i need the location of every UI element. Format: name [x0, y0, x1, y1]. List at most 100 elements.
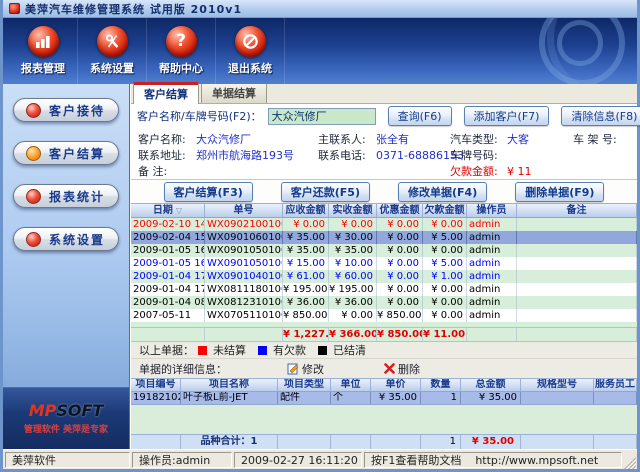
col-item-type[interactable]: 项目类型	[278, 379, 331, 391]
frame-no-label: 车 架 号:	[573, 131, 631, 147]
clear-info-button[interactable]: 清除信息(F8)	[561, 106, 640, 126]
sidebar-item-system[interactable]: 系统设置	[13, 227, 119, 251]
main-panel: 客户结算 单据结算 客户名称/车牌号码(F2)： 查询(F6) 添加客户(F7)…	[130, 84, 637, 449]
status-operator: 操作员:admin	[132, 452, 232, 468]
tab-strip: 客户结算 单据结算	[131, 84, 637, 104]
col-spec-model[interactable]: 规格型号	[521, 379, 594, 391]
col-service-staff[interactable]: 服务员工	[594, 379, 637, 391]
orders-table-header: 日期▽ 单号 应收金额 实收金额 优惠金额 欠款金额 操作员 备注	[131, 203, 637, 218]
action-button-row: 客户结算(F3) 客户还款(F5) 修改单据(F4) 删除单据(F9)	[131, 180, 637, 203]
order-row-selected[interactable]: 2009-02-04 15:2WX090106010004 ¥ 35.00¥ 3…	[131, 231, 637, 244]
repay-button[interactable]: 客户还款(F5)	[281, 182, 370, 202]
customer-search-input[interactable]	[268, 108, 376, 125]
edit-icon	[287, 363, 299, 375]
sidebar: 客户接待 客户结算 报表统计 系统设置 MPSOFT 管理软件 美萍是专家	[3, 84, 130, 449]
vehicle-type-value: 大客	[507, 131, 573, 147]
legend-debt-label: 有欠款	[273, 342, 306, 358]
sidebar-item-settlement[interactable]: 客户结算	[13, 141, 119, 165]
toolbar-button-settings[interactable]: 系统设置	[78, 18, 147, 84]
decor-ring	[557, 20, 603, 66]
legend-settled-swatch	[318, 346, 327, 355]
legend-unsettled-label: 未结算	[213, 342, 246, 358]
total-discount: ¥ 850.00	[377, 328, 423, 341]
tab-order-settlement[interactable]: 单据结算	[201, 82, 267, 103]
col-date[interactable]: 日期▽	[131, 204, 205, 217]
debt-amount-value: ¥ 11	[507, 165, 532, 178]
sort-arrow-icon: ▽	[176, 206, 182, 215]
col-unit-price[interactable]: 单价	[371, 379, 421, 391]
modify-order-button[interactable]: 修改单据(F4)	[398, 182, 487, 202]
customer-info-panel: 客户名称: 大众汽修厂 主联系人: 张全有 汽车类型: 大客 车 架 号: 联系…	[131, 128, 637, 180]
address-value: 郑州市航海路193号	[196, 147, 318, 163]
status-bar: 美萍软件 操作员:admin 2009-02-27 16:11:20 按F1查看…	[3, 449, 637, 469]
col-order-no[interactable]: 单号	[205, 204, 283, 217]
summary-quantity: 1	[421, 435, 461, 449]
col-item-code[interactable]: 项目编号	[131, 379, 181, 391]
delete-x-icon	[384, 363, 395, 374]
toolbar-button-reports[interactable]: 报表管理	[9, 18, 78, 84]
col-discount[interactable]: 优惠金额	[377, 204, 423, 217]
total-receivable: ¥ 1,227.00	[283, 328, 329, 341]
query-button[interactable]: 查询(F6)	[388, 106, 452, 126]
order-row[interactable]: 2009-01-05 16:2WX090105010003 ¥ 35.00¥ 3…	[131, 244, 637, 257]
col-unit[interactable]: 单位	[331, 379, 371, 391]
col-receivable[interactable]: 应收金额	[283, 204, 329, 217]
order-row[interactable]: 2007-05-11WX070511010001 ¥ 850.00¥ 0.00 …	[131, 309, 637, 322]
status-help-text: 按F1查看帮助文档	[371, 453, 461, 467]
toolbar-button-help[interactable]: ? 帮助中心	[147, 18, 216, 84]
window-title: 美萍汽车维修管理系统 试用版 2010v1	[25, 1, 242, 17]
logo-mp: MP	[29, 401, 57, 420]
question-icon: ?	[166, 26, 197, 57]
settle-button[interactable]: 客户结算(F3)	[164, 182, 253, 202]
customer-name-value: 大众汽修厂	[196, 131, 318, 147]
status-url: http://www.mpsoft.net	[475, 453, 598, 467]
legend-settled-label: 已结清	[333, 342, 366, 358]
col-remark[interactable]: 备注	[517, 204, 637, 217]
mpsoft-logo: MPSOFT 管理软件 美萍是专家	[3, 387, 129, 449]
sidebar-item-reception[interactable]: 客户接待	[13, 98, 119, 122]
order-row[interactable]: 2009-01-04 08:5WX081231010042 ¥ 36.00¥ 3…	[131, 296, 637, 309]
totals-row: ¥ 1,227.00 ¥ 366.00 ¥ 850.00 ¥ 11.00	[131, 327, 637, 342]
toolbar-button-exit[interactable]: 退出系统	[216, 18, 285, 84]
col-received[interactable]: 实收金额	[329, 204, 377, 217]
title-bar: 美萍汽车维修管理系统 试用版 2010v1	[3, 0, 637, 18]
item-row-selected[interactable]: 191821021E 叶子板L前-JET 配件 个 ¥ 35.00 1 ¥ 35…	[131, 392, 637, 405]
note-label: 备 注:	[138, 163, 196, 179]
status-help-area: 按F1查看帮助文档 http://www.mpsoft.net	[364, 452, 622, 468]
legend-prefix: 以上单据：	[139, 342, 194, 358]
col-operator[interactable]: 操作员	[467, 204, 517, 217]
address-label: 联系地址:	[138, 147, 196, 163]
phone-label: 联系电话:	[318, 147, 376, 163]
summary-amount: ¥ 35.00	[461, 435, 521, 449]
debt-amount-label: 欠款金额:	[450, 163, 507, 179]
detail-modify-button[interactable]: 修改	[287, 361, 324, 377]
legend-unsettled-swatch	[198, 346, 207, 355]
col-item-name[interactable]: 项目名称	[181, 379, 278, 391]
contact-value: 张全有	[376, 131, 450, 147]
status-datetime: 2009-02-27 16:11:20	[234, 452, 362, 468]
col-total-amount[interactable]: 总金额	[461, 379, 521, 391]
items-table-filler	[131, 405, 637, 434]
legend-row: 以上单据： 未结算 有欠款 已结清	[131, 342, 637, 359]
detail-delete-button[interactable]: 删除	[384, 361, 420, 377]
order-row[interactable]: 2009-01-05 16:1WX090105010002 ¥ 15.00¥ 1…	[131, 257, 637, 270]
order-row[interactable]: 2009-01-04 17:1WX081118010001 ¥ 195.00¥ …	[131, 283, 637, 296]
summary-variety-count: 品种合计：1	[181, 435, 278, 449]
contact-label: 主联系人:	[318, 131, 376, 147]
main-toolbar: 报表管理 系统设置 ? 帮助中心 退出系统	[3, 18, 637, 84]
sidebar-item-statistics[interactable]: 报表统计	[13, 184, 119, 208]
tab-customer-settlement[interactable]: 客户结算	[133, 82, 199, 104]
legend-debt-swatch	[258, 346, 267, 355]
order-row[interactable]: 2009-02-10 14:3WX090210010001 ¥ 0.00¥ 0.…	[131, 218, 637, 231]
col-quantity[interactable]: 数量	[421, 379, 461, 391]
col-debt[interactable]: 欠款金额	[423, 204, 467, 217]
tools-icon	[97, 26, 128, 57]
logo-soft: SOFT	[56, 401, 103, 420]
detail-toolbar: 单据的详细信息： 修改 删除	[131, 359, 637, 378]
order-row[interactable]: 2009-01-04 17:1WX090104010001 ¥ 61.00¥ 6…	[131, 270, 637, 283]
delete-order-button[interactable]: 删除单据(F9)	[515, 182, 604, 202]
add-customer-button[interactable]: 添加客户(F7)	[464, 106, 550, 126]
search-row: 客户名称/车牌号码(F2)： 查询(F6) 添加客户(F7) 清除信息(F8)	[131, 104, 637, 128]
bar-chart-icon	[28, 26, 59, 57]
resize-grip[interactable]	[624, 457, 636, 469]
